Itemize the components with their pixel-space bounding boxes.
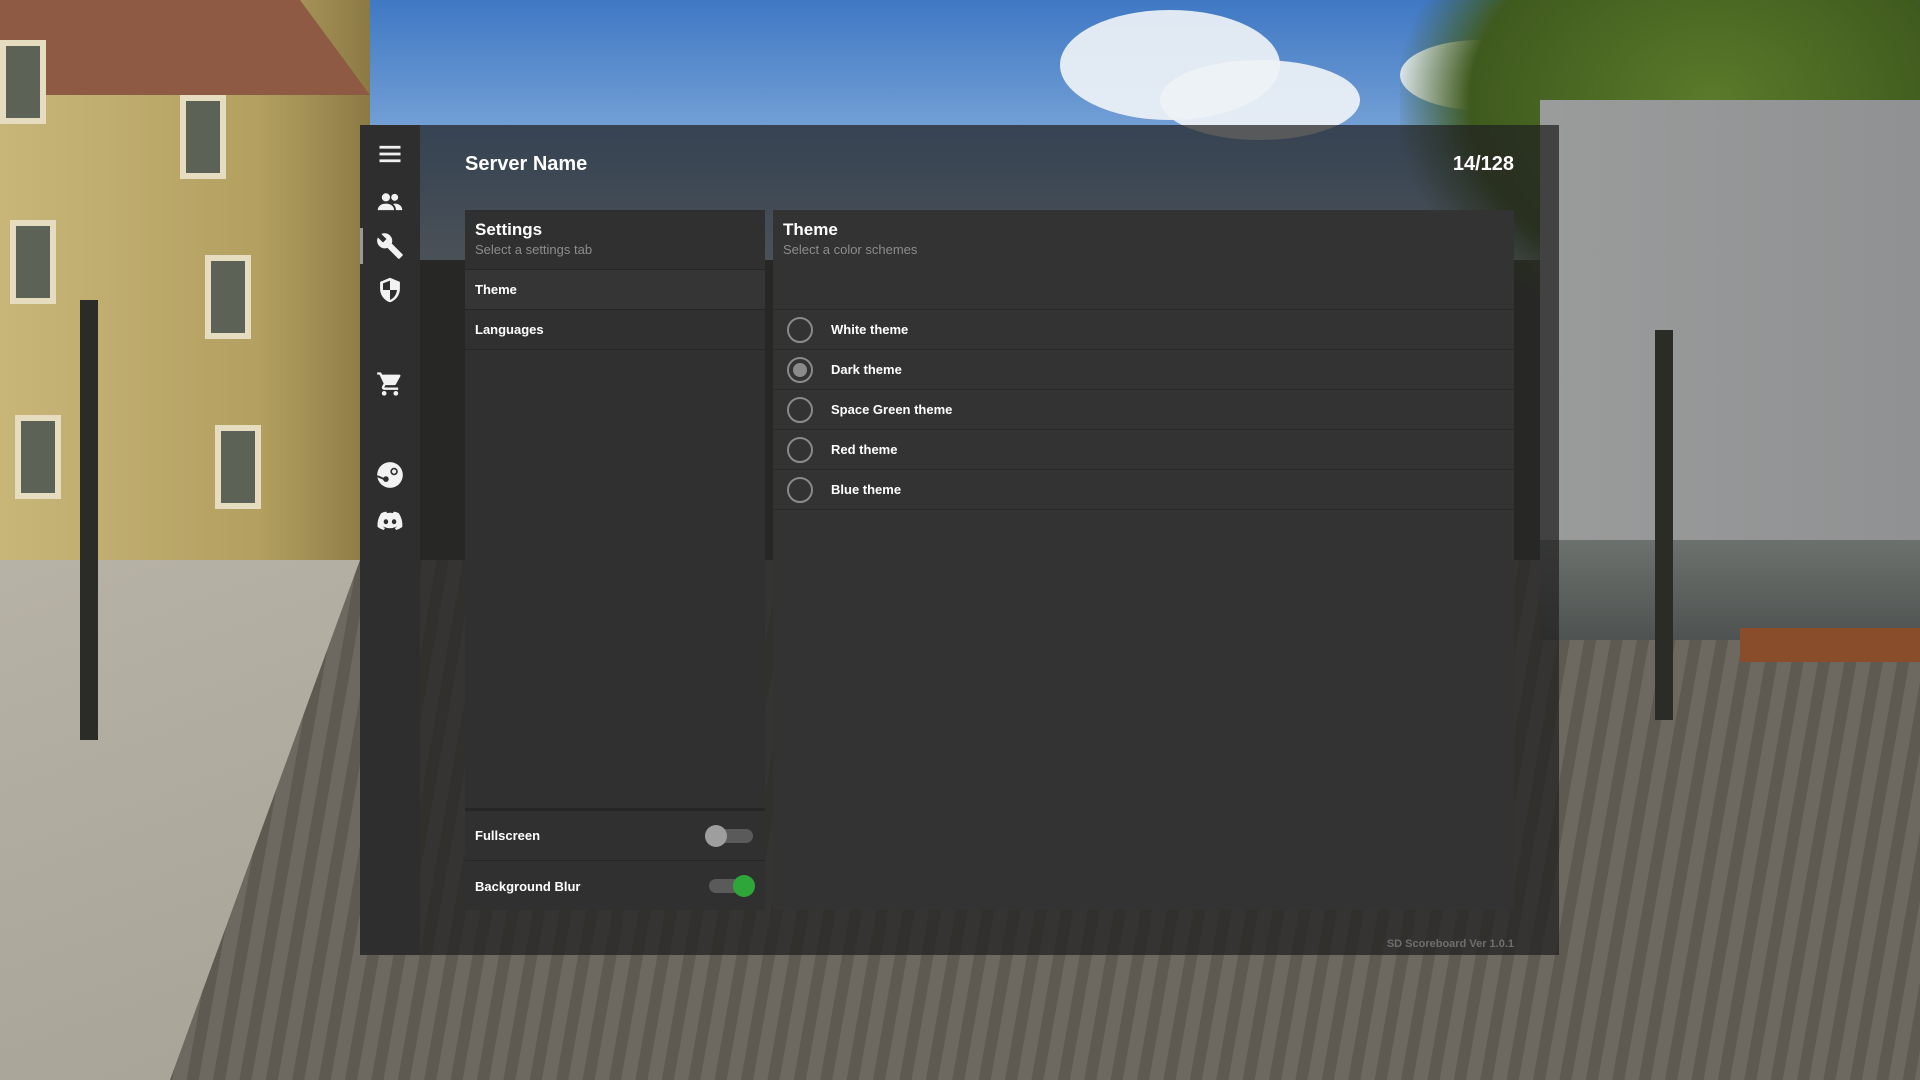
theme-option-space-green[interactable]: Space Green theme <box>773 390 1514 430</box>
theme-panel: Theme Select a color schemes White theme… <box>773 210 1514 910</box>
theme-option-white[interactable]: White theme <box>773 310 1514 350</box>
steam-button[interactable] <box>360 453 420 497</box>
theme-option-label: Space Green theme <box>831 402 953 417</box>
radio-button[interactable] <box>787 396 813 423</box>
admin-button[interactable] <box>360 268 420 312</box>
cart-icon <box>377 372 401 396</box>
toggles-panel: Fullscreen Background Blur <box>465 808 765 910</box>
window-decor <box>15 415 61 499</box>
side-rail <box>360 125 420 955</box>
settings-header: Settings Select a settings tab <box>465 210 765 270</box>
theme-option-blue[interactable]: Blue theme <box>773 470 1514 510</box>
theme-option-label: White theme <box>831 322 909 337</box>
fountain-water <box>1540 540 1920 640</box>
window-decor <box>0 40 46 124</box>
fullscreen-toggle[interactable] <box>705 824 755 847</box>
tab-languages[interactable]: Languages <box>465 310 765 350</box>
bench <box>1740 628 1920 662</box>
theme-option-label: Red theme <box>831 442 898 457</box>
player-count: 14/128 <box>1452 153 1514 175</box>
window-decor <box>215 425 261 509</box>
toggle-knob <box>733 875 755 897</box>
theme-option-label: Dark theme <box>831 362 902 377</box>
window-decor <box>180 95 226 179</box>
theme-option-label: Blue theme <box>831 482 902 497</box>
radio-dot <box>793 362 807 377</box>
lamp-post <box>1655 330 1673 720</box>
window-decor <box>205 255 251 339</box>
menu-button[interactable] <box>360 132 420 176</box>
lamp-post <box>80 300 98 740</box>
steam-icon <box>376 462 403 488</box>
settings-button[interactable] <box>360 224 420 268</box>
fullscreen-label: Fullscreen <box>475 828 541 843</box>
background-blur-label: Background Blur <box>475 878 581 894</box>
settings-subtitle: Select a settings tab <box>475 242 593 257</box>
version-label: SD Scoreboard Ver 1.0.1 <box>1386 938 1514 950</box>
radio-button[interactable] <box>787 436 813 463</box>
settings-title: Settings <box>475 220 543 239</box>
window-decor <box>10 220 56 304</box>
building-right <box>1540 100 1920 570</box>
background-blur-row: Background Blur <box>465 861 765 911</box>
theme-header: Theme Select a color schemes <box>773 210 1514 310</box>
shield-icon <box>380 277 400 303</box>
fullscreen-row: Fullscreen <box>465 811 765 861</box>
settings-panel: Settings Select a settings tab Theme Lan… <box>465 210 765 810</box>
shop-button[interactable] <box>360 362 420 406</box>
players-button[interactable] <box>360 180 420 224</box>
theme-subtitle: Select a color schemes <box>783 242 918 257</box>
server-name: Server Name <box>465 153 588 175</box>
discord-button[interactable] <box>360 499 420 543</box>
scoreboard-window: Server Name 14/128 Settings Select a set… <box>360 125 1559 955</box>
theme-option-dark[interactable]: Dark theme <box>773 350 1514 390</box>
radio-button[interactable] <box>787 476 813 503</box>
discord-icon <box>377 511 403 530</box>
radio-button[interactable] <box>787 316 813 343</box>
wrench-icon <box>377 233 403 259</box>
background-blur-toggle[interactable] <box>705 875 755 897</box>
tab-theme[interactable]: Theme <box>465 270 765 310</box>
toggle-knob <box>705 824 727 847</box>
radio-button[interactable] <box>787 356 813 383</box>
theme-option-red[interactable]: Red theme <box>773 430 1514 470</box>
theme-title: Theme <box>783 220 838 239</box>
menu-icon <box>379 145 401 163</box>
users-icon <box>377 193 403 211</box>
